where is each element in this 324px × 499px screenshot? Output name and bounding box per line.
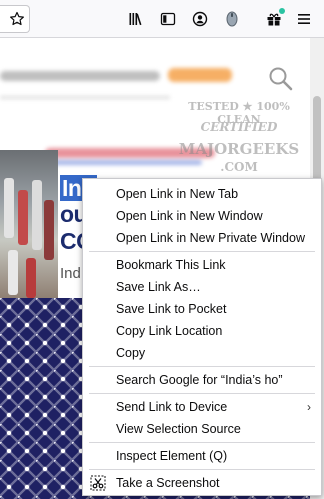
menu-send-link-to-device-label: Send Link to Device xyxy=(116,400,228,414)
library-button[interactable] xyxy=(124,7,148,31)
account-button[interactable] xyxy=(188,7,212,31)
bookmark-star-button[interactable] xyxy=(0,5,30,33)
star-icon xyxy=(10,11,24,26)
sidebar-button[interactable] xyxy=(156,7,180,31)
menu-copy[interactable]: Copy xyxy=(83,342,321,364)
menu-open-link-private-window[interactable]: Open Link in New Private Window xyxy=(83,227,321,249)
account-icon xyxy=(192,11,208,27)
menu-open-link-new-window[interactable]: Open Link in New Window xyxy=(83,205,321,227)
menu-separator xyxy=(89,251,315,252)
open-menu-button[interactable] xyxy=(292,7,316,31)
whats-new-button[interactable] xyxy=(262,7,286,31)
photo-detail xyxy=(18,190,28,245)
context-menu: Open Link in New Tab Open Link in New Wi… xyxy=(82,178,322,496)
photo-detail xyxy=(44,200,54,260)
menu-separator xyxy=(89,393,315,394)
blurred-nav-accent xyxy=(168,68,232,82)
majorgeeks-watermark: TESTED ★ 100% CLEAN CERTIFIED MAJORGEEKS… xyxy=(170,96,308,180)
article-photo[interactable] xyxy=(0,150,58,300)
menu-send-link-to-device[interactable]: Send Link to Device › xyxy=(83,396,321,418)
menu-separator xyxy=(89,469,315,470)
photo-detail xyxy=(4,178,14,238)
notification-dot xyxy=(279,8,285,14)
search-icon[interactable] xyxy=(268,66,294,92)
menu-open-link-new-tab[interactable]: Open Link in New Tab xyxy=(83,183,321,205)
extension-button[interactable] xyxy=(220,7,244,31)
menu-bookmark-link[interactable]: Bookmark This Link xyxy=(83,254,321,276)
blurred-nav-divider xyxy=(0,96,170,99)
menu-view-selection-source[interactable]: View Selection Source xyxy=(83,418,321,440)
sidebar-icon xyxy=(160,12,176,26)
blurred-nav-text xyxy=(0,71,160,81)
hamburger-menu-icon xyxy=(298,14,310,24)
menu-search-google[interactable]: Search Google for “India’s ho” xyxy=(83,369,321,391)
browser-toolbar xyxy=(0,0,324,38)
menu-take-screenshot-label: Take a Screenshot xyxy=(116,476,220,490)
menu-save-link-as[interactable]: Save Link As… xyxy=(83,276,321,298)
photo-detail xyxy=(32,180,42,250)
extension-icon xyxy=(226,11,238,27)
menu-save-link-to-pocket[interactable]: Save Link to Pocket xyxy=(83,298,321,320)
scissors-icon xyxy=(90,475,106,491)
menu-separator xyxy=(89,442,315,443)
watermark-line2: CERTIFIED xyxy=(200,120,278,134)
photo-detail xyxy=(8,250,18,295)
menu-inspect-element[interactable]: Inspect Element (Q) xyxy=(83,445,321,467)
photo-detail xyxy=(26,258,36,298)
watermark-line3: MAJORGEEKS xyxy=(178,140,300,158)
scrollbar-thumb[interactable] xyxy=(313,96,321,191)
submenu-arrow-icon: › xyxy=(307,400,311,414)
menu-take-screenshot[interactable]: Take a Screenshot xyxy=(83,472,321,494)
library-icon xyxy=(129,13,142,26)
article-snippet: Ind xyxy=(60,265,81,282)
menu-separator xyxy=(89,366,315,367)
menu-copy-link-location[interactable]: Copy Link Location xyxy=(83,320,321,342)
watermark-line4: .COM xyxy=(220,160,258,174)
